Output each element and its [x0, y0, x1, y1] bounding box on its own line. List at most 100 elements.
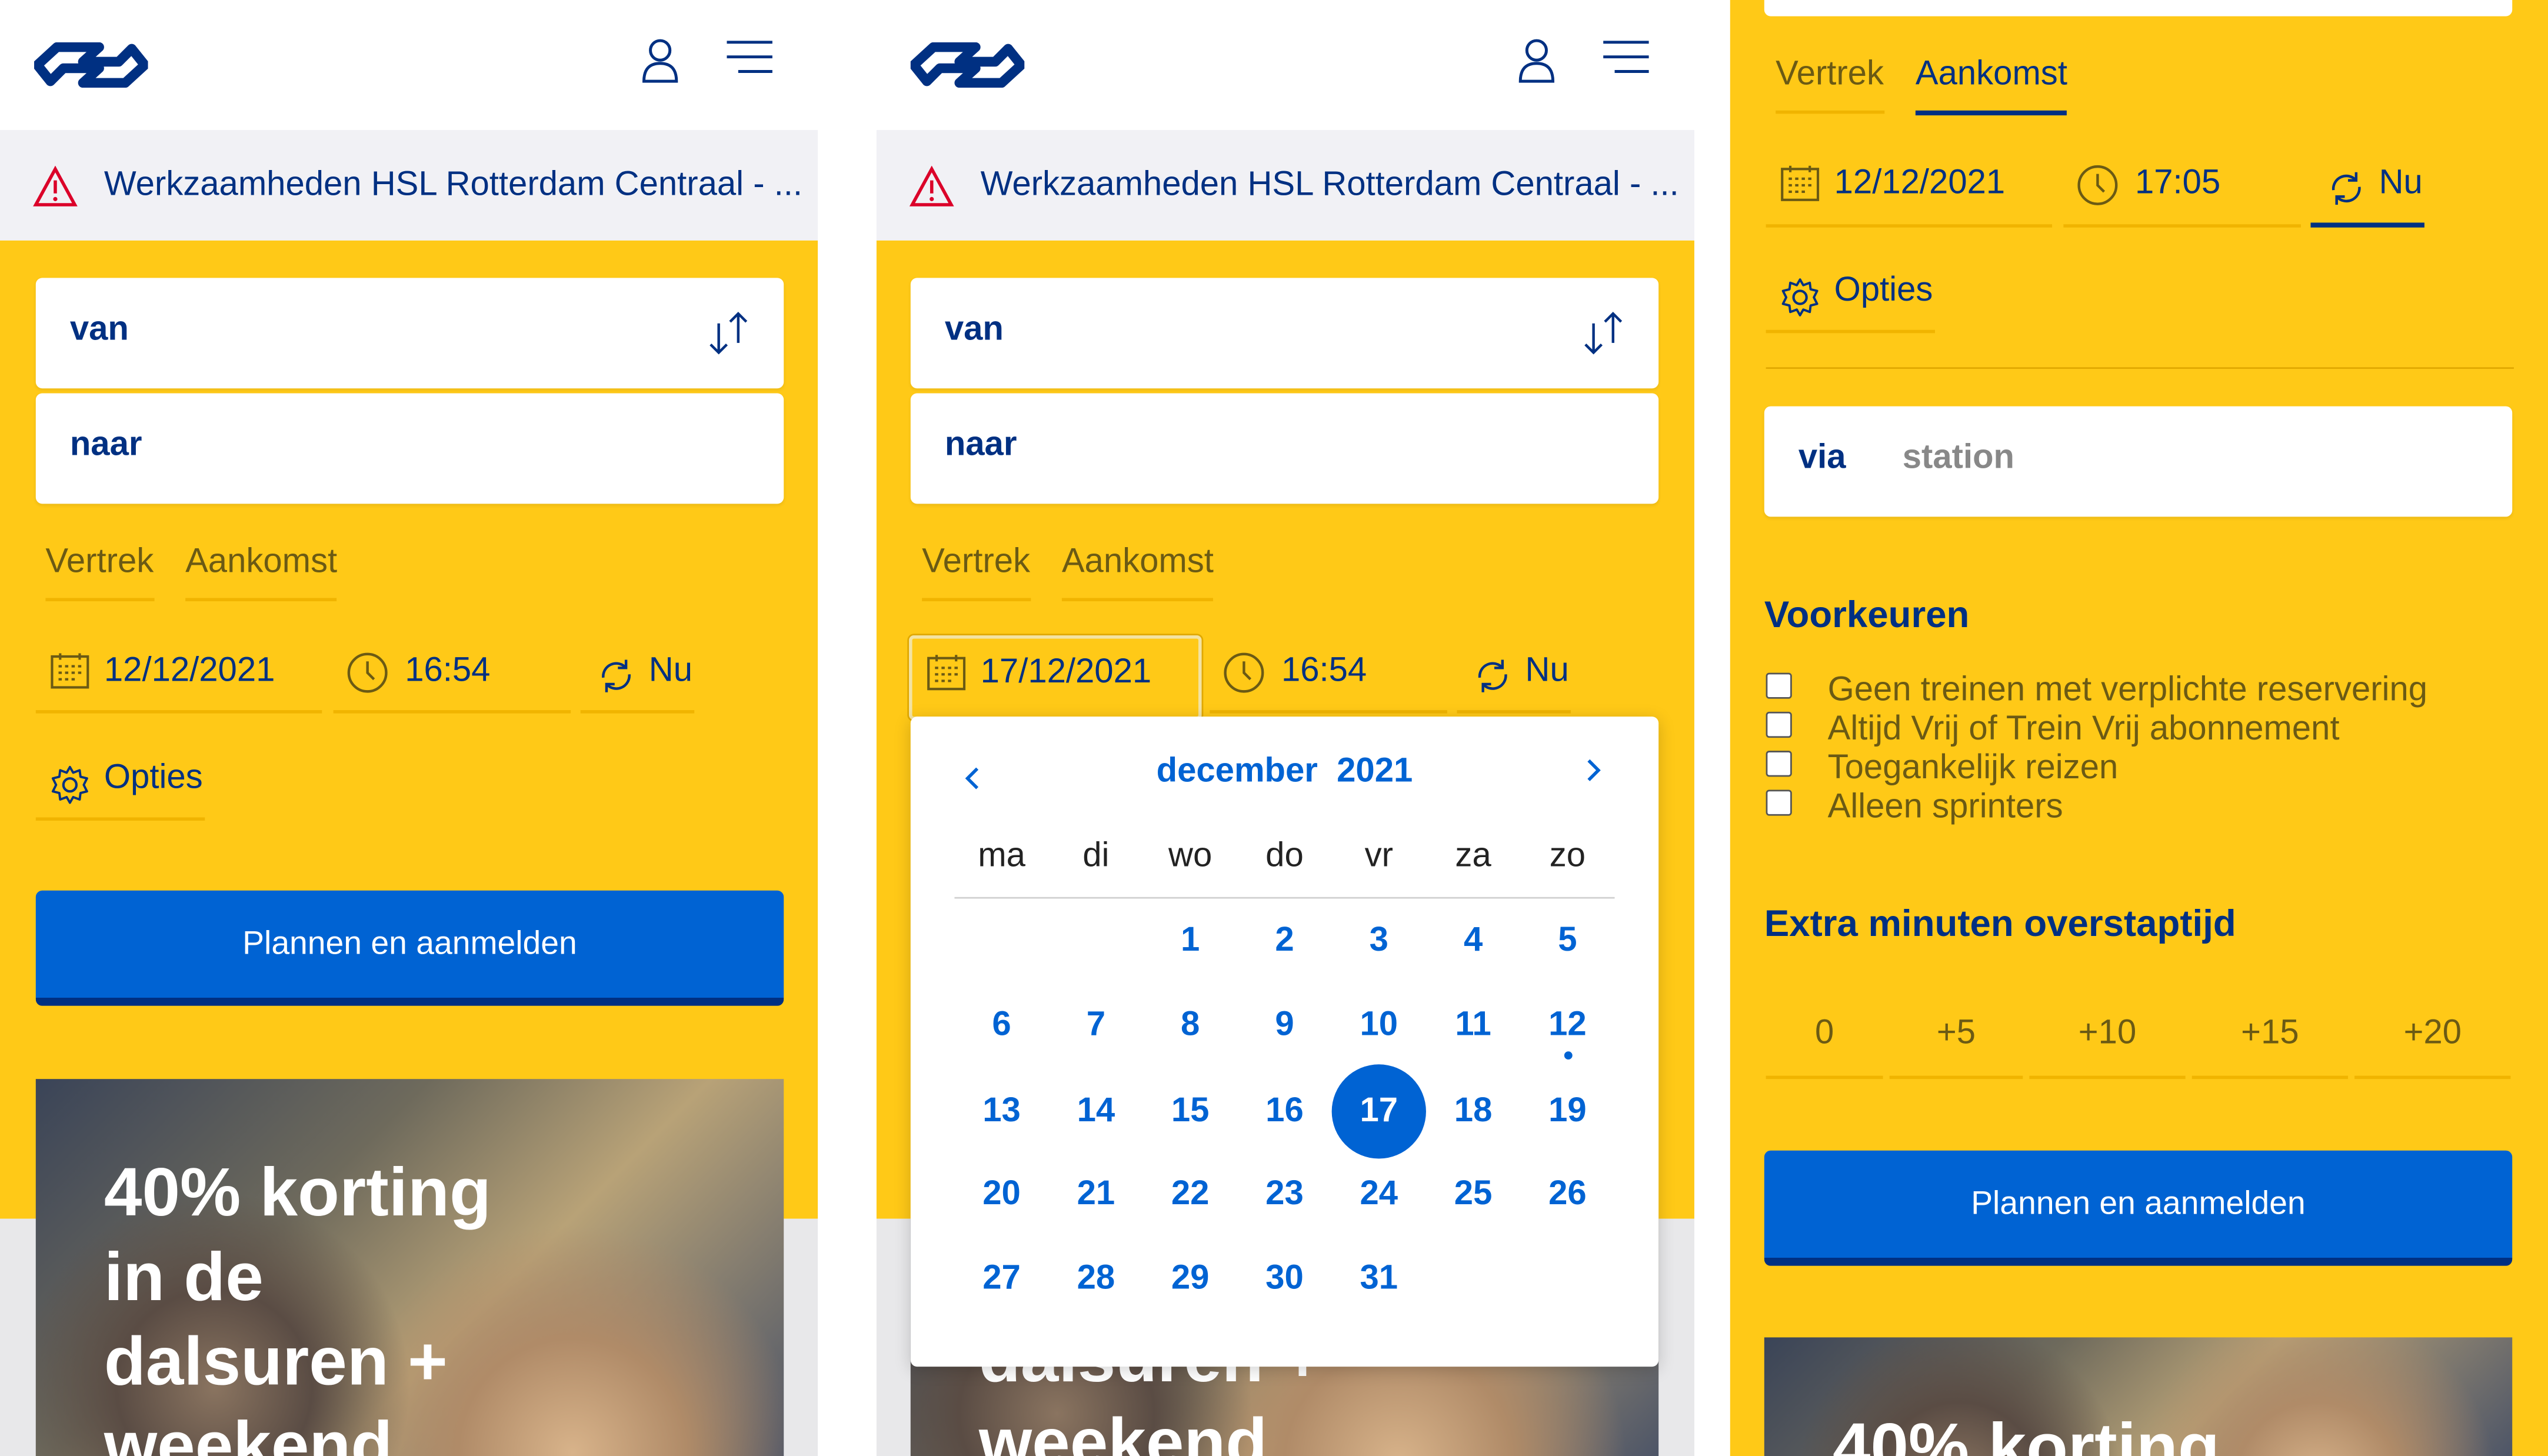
calendar-day[interactable]: 5	[1520, 894, 1614, 988]
now-button[interactable]: Nu	[581, 640, 694, 715]
time-picker[interactable]: 16:54	[1210, 640, 1447, 715]
weekday-label: zo	[1549, 837, 1586, 875]
to-field[interactable]	[1764, 0, 2513, 16]
transfer-underline	[2354, 1075, 2511, 1079]
calendar-day[interactable]: 19	[1520, 1064, 1614, 1158]
tab-arrival[interactable]: Aankomst	[185, 543, 338, 602]
chevron-right-icon[interactable]	[1581, 757, 1607, 783]
transfer-option[interactable]: +10	[2029, 1014, 2185, 1053]
calendar-day[interactable]: 10	[1332, 978, 1426, 1072]
calendar-popup: december 2021 ma di wo do vr za zo 1 2 3 4 5 6 7 8 9 10…	[910, 717, 1659, 1367]
via-label: via	[1798, 438, 1846, 477]
transfer-option[interactable]: 0	[1766, 1014, 1883, 1053]
calendar-day[interactable]: 31	[1332, 1232, 1426, 1326]
promo-banner[interactable]: 40% korting in de dalsuren + weekend	[35, 1079, 784, 1456]
calendar-day[interactable]: 14	[1049, 1064, 1143, 1158]
promo-line: 40% korting	[104, 1154, 491, 1231]
calendar-day[interactable]: 11	[1426, 978, 1520, 1072]
now-button[interactable]: Nu	[1457, 640, 1570, 715]
time-value: 16:54	[1281, 651, 1367, 689]
refresh-icon	[597, 658, 635, 694]
time-picker[interactable]: 16:54	[334, 640, 571, 715]
via-input[interactable]: station	[1903, 439, 2014, 478]
calendar-day[interactable]: 26	[1520, 1147, 1614, 1241]
calendar-day[interactable]: 7	[1049, 978, 1143, 1072]
ns-logo-icon[interactable]	[34, 42, 148, 88]
calendar-day[interactable]: 25	[1426, 1147, 1520, 1241]
swap-icon[interactable]	[706, 311, 751, 356]
pref-label: Geen treinen met verplichte reservering	[1827, 671, 2428, 709]
time-picker[interactable]: 17:05	[2063, 153, 2301, 228]
from-field[interactable]: van	[35, 278, 784, 389]
calendar-day[interactable]: 21	[1049, 1147, 1143, 1241]
date-picker[interactable]: 17/12/2021	[909, 635, 1202, 720]
calendar-day[interactable]: 27	[954, 1232, 1048, 1326]
calendar-day[interactable]: 16	[1237, 1064, 1331, 1158]
date-picker[interactable]: 12/12/2021	[1766, 153, 2052, 228]
preferences-title: Voorkeuren	[1764, 593, 1970, 636]
date-picker[interactable]: 12/12/2021	[36, 640, 322, 715]
calendar-day[interactable]: 18	[1426, 1064, 1520, 1158]
time-value: 17:05	[2135, 164, 2221, 202]
disruption-alert[interactable]: Werkzaamheden HSL Rotterdam Centraal - .…	[876, 129, 1694, 241]
tab-arrival[interactable]: Aankomst	[1915, 55, 2067, 116]
to-field[interactable]: naar	[910, 393, 1659, 504]
options-toggle[interactable]: Opties	[1766, 263, 1935, 335]
calendar-day-selected[interactable]: 17	[1331, 1064, 1426, 1159]
from-field[interactable]: van	[910, 278, 1659, 389]
user-icon[interactable]	[641, 38, 680, 83]
transfer-option[interactable]: +15	[2192, 1014, 2348, 1053]
transfer-option[interactable]: +20	[2354, 1014, 2510, 1053]
to-field[interactable]: naar	[35, 393, 784, 504]
menu-icon[interactable]	[1601, 39, 1650, 75]
pref-checkbox-reservation[interactable]	[1766, 672, 1792, 699]
plan-button[interactable]: Plannen en aanmelden	[1764, 1150, 2513, 1266]
from-label: van	[69, 310, 129, 348]
calendar-day[interactable]: 24	[1332, 1147, 1426, 1241]
calendar-day[interactable]: 20	[954, 1147, 1048, 1241]
calendar-day[interactable]: 13	[954, 1064, 1048, 1158]
section-divider	[1766, 367, 2514, 369]
gear-icon	[49, 764, 91, 806]
now-button[interactable]: Nu	[2311, 153, 2424, 228]
tab-departure[interactable]: Vertrek	[922, 543, 1031, 602]
transfer-option[interactable]: +5	[1890, 1014, 2023, 1053]
ns-logo-icon[interactable]	[910, 42, 1025, 88]
promo-line: dalsuren +	[104, 1322, 448, 1400]
now-underline	[1457, 710, 1571, 714]
calendar-day[interactable]: 22	[1143, 1147, 1237, 1241]
tab-departure[interactable]: Vertrek	[45, 543, 154, 602]
calendar-day[interactable]: 8	[1143, 978, 1237, 1072]
screen-planner: Werkzaamheden HSL Rotterdam Centraal - .…	[0, 0, 818, 1456]
calendar-day[interactable]: 30	[1237, 1232, 1331, 1326]
calendar-day[interactable]: 1	[1143, 894, 1237, 988]
pref-checkbox-accessible[interactable]	[1766, 751, 1792, 777]
calendar-day[interactable]: 28	[1049, 1232, 1143, 1326]
disruption-alert[interactable]: Werkzaamheden HSL Rotterdam Centraal - .…	[0, 129, 818, 241]
options-toggle[interactable]: Opties	[36, 751, 205, 822]
plan-button[interactable]: Plannen en aanmelden	[35, 890, 784, 1006]
calendar-day[interactable]: 4	[1426, 894, 1520, 988]
pref-checkbox-subscription[interactable]	[1766, 711, 1792, 738]
calendar-day[interactable]: 6	[954, 978, 1048, 1072]
menu-icon[interactable]	[725, 39, 774, 75]
calendar-day[interactable]: 15	[1143, 1064, 1237, 1158]
promo-banner[interactable]: 40% korting	[1764, 1337, 2513, 1456]
calendar-day[interactable]: 29	[1143, 1232, 1237, 1326]
user-icon[interactable]	[1517, 38, 1556, 83]
swap-icon[interactable]	[1581, 311, 1626, 356]
warning-icon	[32, 165, 78, 208]
calendar-day[interactable]: 23	[1237, 1147, 1331, 1241]
tab-arrival[interactable]: Aankomst	[1061, 543, 1214, 602]
weekday-label: do	[1265, 837, 1304, 875]
calendar-day[interactable]: 2	[1237, 894, 1331, 988]
via-field[interactable]: via station	[1764, 406, 2513, 517]
calendar-day[interactable]: 9	[1237, 978, 1331, 1072]
now-label: Nu	[648, 651, 693, 689]
clock-icon	[347, 652, 389, 694]
calendar-day[interactable]: 3	[1332, 894, 1426, 988]
tab-departure[interactable]: Vertrek	[1776, 55, 1884, 114]
pref-checkbox-sprinters[interactable]	[1766, 789, 1792, 816]
time-value: 16:54	[405, 651, 491, 689]
transfer-underline	[2191, 1075, 2349, 1079]
